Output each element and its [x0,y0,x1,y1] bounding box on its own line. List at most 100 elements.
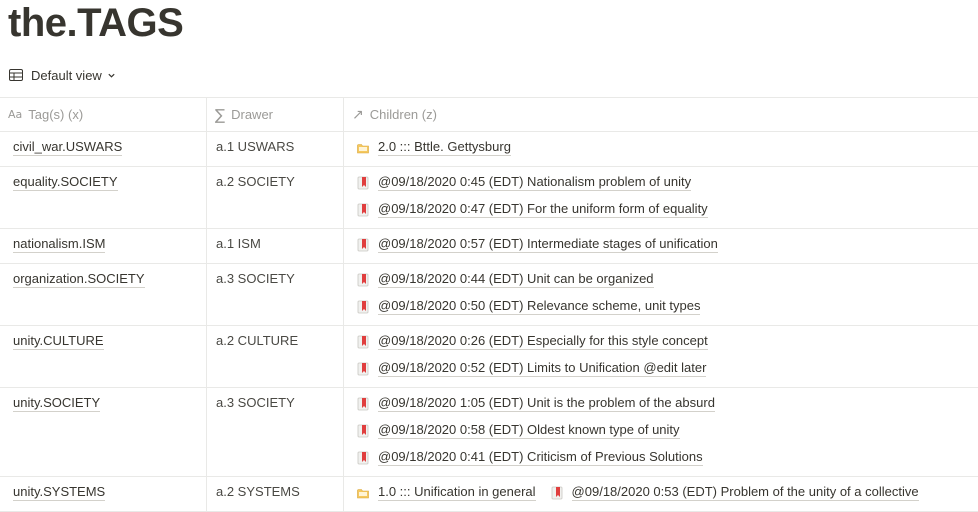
table-row[interactable]: unity.SOCIETY a.3 SOCIETY @09/18/2020 1:05… [0,388,978,477]
folder-icon [357,143,369,153]
child-page-title: @09/18/2020 0:50 (EDT) Relevance scheme,… [378,298,701,315]
drawer-cell[interactable]: a.1 USWARS [207,132,344,166]
drawer-cell[interactable]: a.2 CULTURE [207,326,344,387]
chevron-down-icon [108,73,115,78]
children-line: @09/18/2020 0:26 (EDT) Especially for th… [356,333,970,360]
children-line: @09/18/2020 1:05 (EDT) Unit is the probl… [356,395,970,422]
children-line: 2.0 ::: Bttle. Gettysburg [356,139,970,166]
table-header-row: Aa Tag(s) (x) ∑ Drawer ↗ Children (z) [0,97,978,132]
child-page-link[interactable]: @09/18/2020 0:53 (EDT) Problem of the un… [550,484,919,501]
tag-cell[interactable]: unity.CULTURE [0,326,207,387]
bookmark-icon [357,300,369,313]
child-page-link[interactable]: @09/18/2020 0:52 (EDT) Limits to Unifica… [356,360,707,377]
child-page-title: @09/18/2020 0:41 (EDT) Criticism of Prev… [378,449,703,466]
child-page-link[interactable]: @09/18/2020 0:26 (EDT) Especially for th… [356,333,708,350]
children-cell[interactable]: @09/18/2020 0:45 (EDT) Nationalism probl… [344,167,978,228]
child-page-link[interactable]: @09/18/2020 0:47 (EDT) For the uniform f… [356,201,708,218]
tag-title[interactable]: unity.CULTURE [13,333,104,350]
children-line: 1.0 ::: Unification in general @09/18/202… [356,484,970,511]
tag-cell[interactable]: civil_war.USWARS [0,132,207,166]
drawer-cell[interactable]: a.1 ISM [207,229,344,263]
bookmark-icon [357,424,369,437]
bookmark-icon [551,486,562,499]
children-line: @09/18/2020 0:50 (EDT) Relevance scheme,… [356,298,970,325]
tag-title[interactable]: civil_war.USWARS [13,139,123,156]
child-page-title: @09/18/2020 0:47 (EDT) For the uniform f… [378,201,708,218]
children-cell[interactable]: 2.0 ::: Bttle. Gettysburg [344,132,978,166]
children-cell[interactable]: @09/18/2020 0:26 (EDT) Especially for th… [344,326,978,387]
children-line: @09/18/2020 0:57 (EDT) Intermediate stag… [356,236,970,263]
bookmark-icon [357,451,369,464]
bookmark-icon [357,238,369,251]
table-row[interactable]: equality.SOCIETY a.2 SOCIETY @09/18/2020 0… [0,167,978,229]
children-line: @09/18/2020 0:58 (EDT) Oldest known type… [356,422,970,449]
drawer-value: a.3 SOCIETY [216,395,295,410]
child-page-title: 1.0 ::: Unification in general [378,484,536,501]
drawer-value: a.2 SOCIETY [216,174,295,189]
page-title: the.TAGS [8,1,184,45]
tag-title[interactable]: nationalism.ISM [13,236,106,253]
sigma-formula-icon: ∑ [215,105,226,124]
tag-cell[interactable]: nationalism.ISM [0,229,207,263]
children-list: @09/18/2020 0:45 (EDT) Nationalism probl… [356,174,970,228]
drawer-cell[interactable]: a.3 SOCIETY [207,388,344,476]
child-page-title: 2.0 ::: Bttle. Gettysburg [378,139,511,156]
child-page-title: @09/18/2020 0:26 (EDT) Especially for th… [378,333,708,350]
child-page-link[interactable]: @09/18/2020 0:41 (EDT) Criticism of Prev… [356,449,703,466]
table-row[interactable]: unity.SYSTEMS a.2 SYSTEMS 1.0 ::: Unificat… [0,477,978,512]
tag-cell[interactable]: organization.SOCIETY [0,264,207,325]
tag-cell[interactable]: unity.SOCIETY [0,388,207,476]
child-page-link[interactable]: @09/18/2020 0:50 (EDT) Relevance scheme,… [356,298,701,315]
drawer-value: a.2 SYSTEMS [216,484,300,499]
drawer-value: a.1 USWARS [216,139,295,154]
child-page-link[interactable]: @09/18/2020 0:44 (EDT) Unit can be organ… [356,271,654,288]
children-line: @09/18/2020 0:47 (EDT) For the uniform f… [356,201,970,228]
children-cell[interactable]: @09/18/2020 1:05 (EDT) Unit is the probl… [344,388,978,476]
relation-arrow-icon: ↗ [352,106,364,123]
drawer-value: a.1 ISM [216,236,261,251]
child-page-link[interactable]: @09/18/2020 1:05 (EDT) Unit is the probl… [356,395,715,412]
drawer-cell[interactable]: a.3 SOCIETY [207,264,344,325]
table-row[interactable]: unity.CULTURE a.2 CULTURE @09/18/2020 0:26… [0,326,978,388]
children-line: @09/18/2020 0:52 (EDT) Limits to Unifica… [356,360,970,387]
view-switcher[interactable]: Default view [9,66,116,84]
column-header-tags[interactable]: Aa Tag(s) (x) [0,98,207,131]
table-body: civil_war.USWARS a.1 USWARS 2.0 ::: Bttle.… [0,132,978,512]
column-header-label: Drawer [231,107,274,122]
table-row[interactable]: civil_war.USWARS a.1 USWARS 2.0 ::: Bttle.… [0,132,978,167]
text-property-icon: Aa [8,108,23,121]
child-page-title: @09/18/2020 0:44 (EDT) Unit can be organ… [378,271,654,288]
child-page-title: @09/18/2020 0:57 (EDT) Intermediate stag… [378,236,718,253]
child-page-link[interactable]: 2.0 ::: Bttle. Gettysburg [356,139,511,156]
child-page-title: @09/18/2020 0:58 (EDT) Oldest known type… [378,422,680,439]
child-page-link[interactable]: 1.0 ::: Unification in general [356,484,536,501]
bookmark-icon [357,397,369,410]
children-cell[interactable]: 1.0 ::: Unification in general @09/18/202… [344,477,978,511]
folder-icon [357,488,369,498]
tag-title[interactable]: equality.SOCIETY [13,174,118,191]
drawer-cell[interactable]: a.2 SOCIETY [207,167,344,228]
children-line: @09/18/2020 0:41 (EDT) Criticism of Prev… [356,449,970,476]
bookmark-icon [357,362,369,375]
child-page-link[interactable]: @09/18/2020 0:57 (EDT) Intermediate stag… [356,236,718,253]
tag-cell[interactable]: equality.SOCIETY [0,167,207,228]
table-row[interactable]: organization.SOCIETY a.3 SOCIETY @09/18/20… [0,264,978,326]
drawer-value: a.2 CULTURE [216,333,299,348]
tag-cell[interactable]: unity.SYSTEMS [0,477,207,511]
children-cell[interactable]: @09/18/2020 0:44 (EDT) Unit can be organ… [344,264,978,325]
table-row[interactable]: nationalism.ISM a.1 ISM @09/18/2020 0:57 (… [0,229,978,264]
children-list: 2.0 ::: Bttle. Gettysburg [356,139,970,166]
column-header-drawer[interactable]: ∑ Drawer [207,98,344,131]
children-list: @09/18/2020 0:26 (EDT) Especially for th… [356,333,970,387]
child-page-link[interactable]: @09/18/2020 0:58 (EDT) Oldest known type… [356,422,680,439]
children-list: 1.0 ::: Unification in general @09/18/202… [356,484,970,511]
tag-title[interactable]: unity.SYSTEMS [13,484,106,501]
children-cell[interactable]: @09/18/2020 0:57 (EDT) Intermediate stag… [344,229,978,263]
drawer-cell[interactable]: a.2 SYSTEMS [207,477,344,511]
children-list: @09/18/2020 0:57 (EDT) Intermediate stag… [356,236,970,263]
tag-title[interactable]: organization.SOCIETY [13,271,145,288]
child-page-link[interactable]: @09/18/2020 0:45 (EDT) Nationalism probl… [356,174,692,191]
tag-title[interactable]: unity.SOCIETY [13,395,101,412]
column-header-children[interactable]: ↗ Children (z) [344,98,978,131]
table-icon [9,69,23,81]
